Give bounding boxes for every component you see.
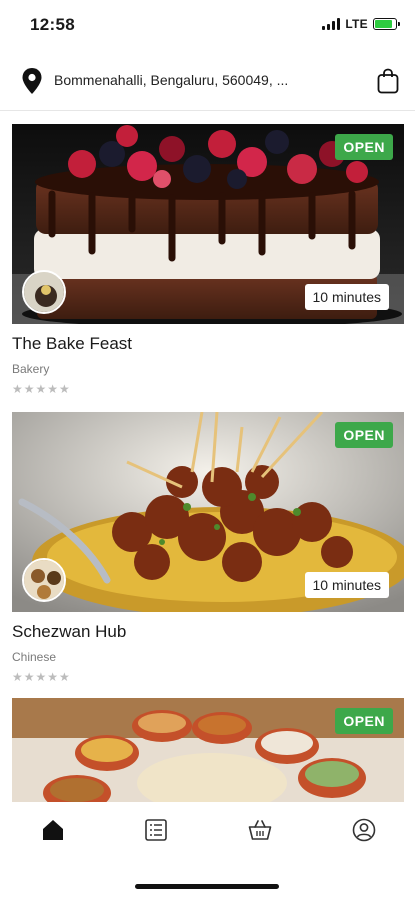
restaurant-logo — [22, 270, 66, 314]
restaurant-name[interactable]: The Bake Feast — [12, 334, 404, 354]
open-status-badge: OPEN — [335, 134, 393, 160]
restaurant-feed[interactable]: OPEN 10 minutes The Bake Feast Bakery ★★… — [0, 112, 415, 802]
delivery-address[interactable]: Bommenahalli, Bengaluru, 560049, ... — [54, 72, 324, 88]
restaurant-logo — [22, 558, 66, 602]
rating-stars: ★★★★★ — [12, 382, 71, 396]
status-bar: 12:58 LTE — [0, 0, 415, 50]
location-pin-icon[interactable] — [21, 67, 43, 95]
shopping-bag-icon[interactable] — [377, 68, 399, 94]
open-status-badge: OPEN — [335, 708, 393, 734]
delivery-time-badge: 10 minutes — [304, 284, 389, 310]
battery-charging-icon — [373, 18, 400, 30]
home-indicator[interactable] — [135, 884, 279, 889]
restaurant-card[interactable]: OPEN 10 minutes Schezwan Hub Chinese ★★★… — [12, 412, 404, 684]
bottom-navigation — [0, 802, 415, 862]
restaurant-image[interactable]: OPEN 10 minutes — [12, 124, 404, 324]
restaurant-image[interactable]: OPEN — [12, 698, 404, 802]
status-time: 12:58 — [30, 15, 75, 34]
orders-list-icon[interactable] — [144, 818, 168, 842]
profile-icon[interactable] — [352, 818, 376, 842]
restaurant-card[interactable]: OPEN — [12, 698, 404, 802]
rating-stars: ★★★★★ — [12, 670, 71, 684]
restaurant-name[interactable]: Schezwan Hub — [12, 622, 404, 642]
network-type: LTE — [345, 17, 368, 31]
delivery-time-badge: 10 minutes — [304, 572, 389, 598]
home-icon[interactable] — [41, 818, 65, 842]
status-icons: LTE — [322, 17, 400, 31]
open-status-badge: OPEN — [335, 422, 393, 448]
restaurant-category: Chinese — [12, 650, 57, 664]
location-header: Bommenahalli, Bengaluru, 560049, ... — [0, 53, 415, 111]
signal-icon — [322, 18, 341, 30]
restaurant-card[interactable]: OPEN 10 minutes The Bake Feast Bakery ★★… — [12, 124, 404, 396]
restaurant-image[interactable]: OPEN 10 minutes — [12, 412, 404, 612]
cart-basket-icon[interactable] — [248, 818, 272, 842]
restaurant-category: Bakery — [12, 362, 50, 376]
